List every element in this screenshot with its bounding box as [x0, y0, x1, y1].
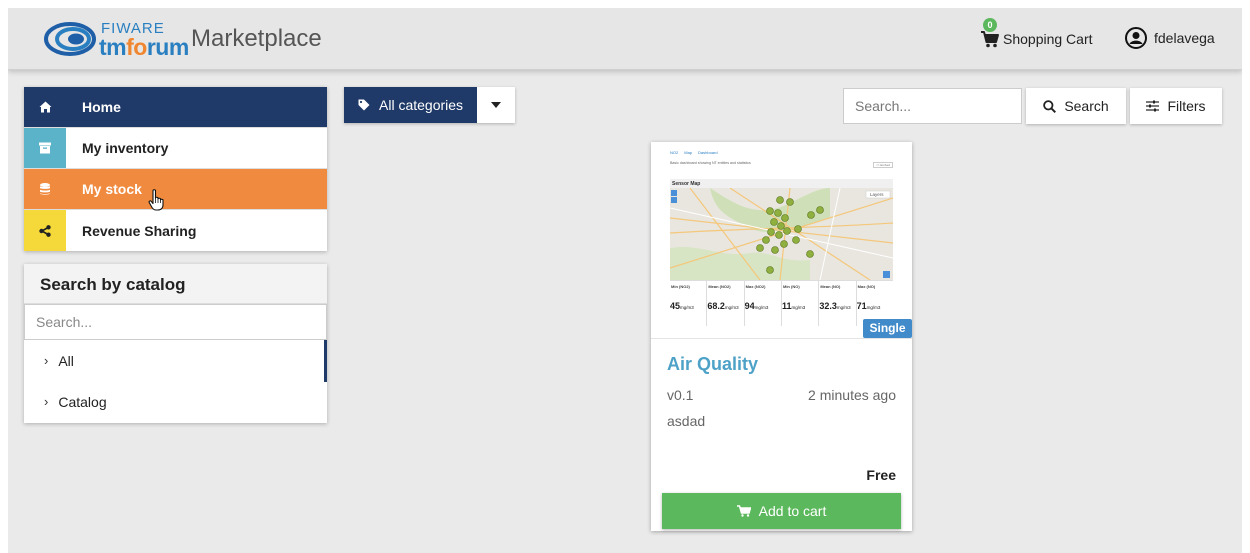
shopping-cart-button[interactable]: 0 Shopping Cart — [980, 18, 1093, 51]
search-button[interactable]: Search — [1026, 88, 1126, 124]
caret-down-icon — [491, 102, 502, 108]
offering-timestamp: 2 minutes ago — [808, 387, 896, 403]
filters-button[interactable]: Filters — [1130, 88, 1222, 124]
archive-icon — [24, 128, 66, 168]
home-icon — [24, 87, 66, 127]
add-to-cart-button[interactable]: Add to cart — [662, 493, 901, 529]
add-to-cart-label: Add to cart — [758, 503, 827, 519]
sidebar-item-home[interactable]: Home — [24, 87, 327, 128]
offering-thumbnail: NO2 Map Dashboard Basic dashboard showin… — [665, 148, 898, 329]
catalog-item-all[interactable]: › All — [24, 340, 327, 381]
cart-count-badge: 0 — [983, 18, 997, 32]
catalog-item-label: Catalog — [58, 393, 107, 410]
chevron-right-icon: › — [44, 394, 49, 409]
tag-icon — [358, 99, 370, 111]
sensor-map-image: Layers — [670, 188, 893, 280]
share-icon — [24, 210, 66, 251]
app-title: Marketplace — [191, 25, 322, 52]
thumbnail-map-title: Sensor Map — [670, 179, 893, 188]
categories-label: All categories — [379, 97, 464, 113]
filters-button-label: Filters — [1167, 98, 1206, 114]
database-icon — [24, 169, 66, 209]
offering-type-badge: Single — [863, 319, 912, 338]
catalog-panel: Search by catalog › All › Catalog — [24, 264, 327, 423]
catalog-item-catalog[interactable]: › Catalog — [24, 381, 327, 422]
logo-swirl-icon — [44, 22, 96, 56]
catalog-list: › All › Catalog — [24, 340, 327, 423]
catalog-heading: Search by catalog — [24, 264, 327, 304]
catalog-item-label: All — [58, 352, 74, 369]
sidebar-item-revenue-sharing[interactable]: Revenue Sharing — [24, 210, 327, 251]
search-button-label: Search — [1064, 98, 1109, 114]
sidebar-item-my-stock[interactable]: My stock — [24, 169, 327, 210]
offering-price: Free — [866, 467, 896, 483]
offering-search-input[interactable] — [843, 88, 1022, 124]
search-icon — [1043, 99, 1057, 113]
chevron-right-icon: › — [44, 353, 49, 368]
sidebar-item-label: My stock — [82, 181, 142, 197]
sidebar-item-label: My inventory — [82, 140, 169, 156]
categories-caret-button[interactable] — [477, 87, 516, 123]
sidebar-item-label: Revenue Sharing — [82, 222, 197, 239]
fiware-tmforum-logo[interactable]: FIWARE tmforum — [44, 16, 194, 60]
categories-button[interactable]: All categories — [344, 87, 478, 123]
username: fdelavega — [1154, 30, 1215, 46]
offering-title[interactable]: Air Quality — [667, 354, 758, 375]
thumbnail-tabs: NO2 Map Dashboard — [670, 150, 718, 155]
sidebar-item-my-inventory[interactable]: My inventory — [24, 128, 327, 169]
user-avatar-icon — [1125, 27, 1147, 49]
categories-dropdown[interactable]: All categories — [344, 87, 516, 123]
user-menu[interactable]: fdelavega — [1125, 25, 1215, 51]
marketplace-app: FIWARE tmforum Marketplace 0 Shopping Ca… — [8, 8, 1242, 553]
thumbnail-stats: Min (NO2) 45mg/m3 Mean (NO2) 68.2mg/m3 Max… — [670, 280, 893, 326]
offering-version: v0.1 — [667, 387, 694, 403]
map-layers-label: Layers — [870, 192, 884, 197]
top-header: FIWARE tmforum Marketplace 0 Shopping Ca… — [8, 8, 1242, 70]
thumbnail-embed: <> Embed — [873, 162, 893, 168]
catalog-scrollbar[interactable] — [324, 340, 327, 382]
thumbnail-description: Basic dashboard showing NT entities and … — [670, 161, 751, 165]
stat-cell: Mean (NO2) 68.2mg/m3 — [707, 281, 745, 326]
sidebar-item-label: Home — [82, 99, 121, 115]
offering-description: asdad — [667, 413, 706, 429]
logo-tmforum-text: tmforum — [99, 34, 189, 60]
cart-label: Shopping Cart — [1003, 31, 1093, 47]
shopping-cart-icon: 0 — [980, 18, 1000, 49]
sidebar-nav: Home My inventory My stock Revenue Shari… — [24, 87, 327, 251]
stat-cell: Min (NO) 11mg/m3 — [782, 281, 820, 326]
sliders-icon — [1146, 100, 1160, 112]
card-divider — [651, 338, 912, 339]
offering-card[interactable]: NO2 Map Dashboard Basic dashboard showin… — [651, 142, 912, 531]
stat-cell: Mean (NO) 32.3mg/m3 — [819, 281, 857, 326]
catalog-search-input[interactable] — [24, 304, 327, 340]
stat-cell: Min (NO2) 45mg/m3 — [670, 281, 708, 326]
stat-cell: Max (NO2) 94mg/m3 — [745, 281, 782, 326]
cart-icon — [736, 505, 751, 517]
